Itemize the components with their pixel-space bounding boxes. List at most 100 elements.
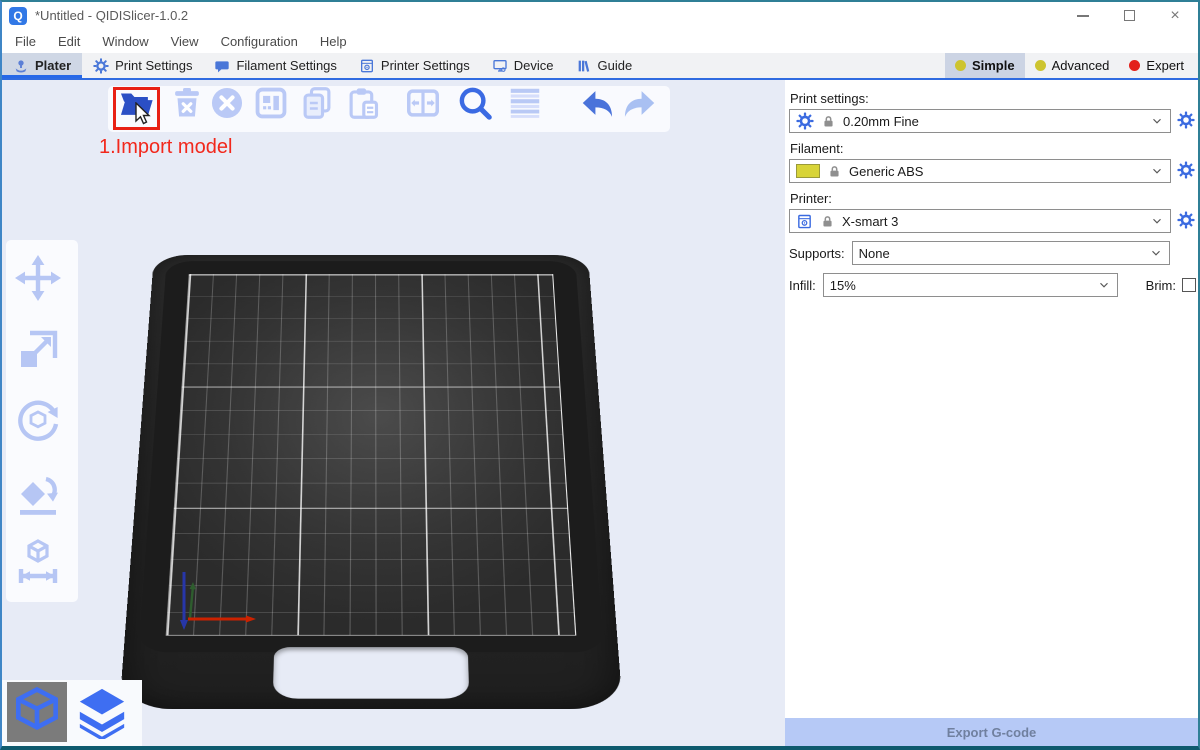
brim-checkbox[interactable] (1182, 278, 1196, 292)
scale-tool-button[interactable] (14, 326, 62, 374)
plater-icon (13, 58, 29, 74)
tab-filament-settings[interactable]: Filament Settings (203, 53, 347, 78)
rotate-icon (14, 396, 62, 444)
print-bed (154, 255, 634, 725)
menu-configuration[interactable]: Configuration (210, 29, 309, 53)
titlebar: Q *Untitled - QIDISlicer-1.0.2 × (2, 2, 1198, 29)
gear-icon (93, 58, 109, 74)
tabbar: Plater Print Settings Filament Settings … (2, 53, 1198, 80)
move-tool-button[interactable] (14, 254, 62, 302)
minimize-button[interactable] (1060, 2, 1106, 29)
annotation-import-model: 1.Import model (99, 136, 232, 159)
variable-layer-height-button[interactable] (506, 84, 544, 122)
device-monitor-icon (492, 58, 508, 74)
infill-combo[interactable]: 15% (823, 273, 1118, 297)
settings-sidebar: Print settings: 0.20mm Fine Filament: Ge… (785, 80, 1198, 748)
layers-lines-icon (506, 84, 544, 122)
edit-print-settings-button[interactable] (1176, 111, 1196, 131)
copy-button[interactable] (298, 84, 336, 122)
menu-edit[interactable]: Edit (47, 29, 91, 53)
tab-print-settings[interactable]: Print Settings (82, 53, 203, 78)
maximize-icon (1124, 10, 1135, 21)
mode-expert[interactable]: Expert (1119, 53, 1194, 78)
simple-mode-dot-icon (955, 60, 966, 71)
maximize-button[interactable] (1106, 2, 1152, 29)
redo-icon (621, 84, 659, 122)
printer-icon (796, 213, 813, 230)
tab-device[interactable]: Device (481, 53, 565, 78)
edit-filament-button[interactable] (1176, 161, 1196, 181)
search-button[interactable] (456, 84, 494, 122)
arrange-button[interactable] (252, 84, 290, 122)
printer-combo[interactable]: X-smart 3 (789, 209, 1171, 233)
tab-plater[interactable]: Plater (2, 53, 82, 78)
undo-icon (578, 84, 616, 122)
minimize-icon (1077, 15, 1089, 17)
tab-printer-settings[interactable]: Printer Settings (348, 53, 481, 78)
paste-button[interactable] (344, 84, 382, 122)
rotate-tool-button[interactable] (14, 396, 62, 444)
mode-advanced[interactable]: Advanced (1025, 53, 1120, 78)
filament-value: Generic ABS (849, 164, 1143, 179)
menu-window[interactable]: Window (91, 29, 159, 53)
tab-label: Filament Settings (236, 58, 336, 73)
lock-icon (820, 214, 835, 229)
viewport-3d[interactable]: 1.Import model (2, 80, 785, 748)
gear-icon (796, 112, 814, 130)
filament-label: Filament: (790, 141, 1196, 156)
chevron-down-icon (1150, 114, 1164, 128)
filament-combo[interactable]: Generic ABS (789, 159, 1171, 183)
place-on-face-icon (14, 468, 62, 516)
window-title: *Untitled - QIDISlicer-1.0.2 (35, 8, 188, 23)
supports-combo[interactable]: None (852, 241, 1170, 265)
close-button[interactable]: × (1152, 2, 1198, 29)
close-icon: × (1170, 8, 1179, 24)
print-settings-combo[interactable]: 0.20mm Fine (789, 109, 1171, 133)
preview-sliced-view-button[interactable] (72, 682, 132, 742)
chevron-down-icon (1149, 246, 1163, 260)
scale-icon (14, 326, 62, 374)
mode-label: Advanced (1052, 58, 1110, 73)
3d-view-cube-icon (9, 683, 65, 739)
tab-label: Plater (35, 58, 71, 73)
guide-books-icon (576, 58, 592, 74)
edit-printer-button[interactable] (1176, 211, 1196, 231)
print-bed-body (119, 255, 623, 709)
print-settings-label: Print settings: (790, 91, 1196, 106)
tab-label: Print Settings (115, 58, 192, 73)
gear-icon (1177, 211, 1195, 229)
delete-all-icon (208, 84, 246, 122)
lock-icon (827, 164, 842, 179)
advanced-mode-dot-icon (1035, 60, 1046, 71)
split-to-objects-button[interactable] (404, 84, 442, 122)
delete-button[interactable] (168, 84, 206, 122)
printer-label: Printer: (790, 191, 1196, 206)
measure-tool-button[interactable] (14, 538, 62, 586)
mode-switcher: Simple Advanced Expert (945, 53, 1194, 78)
menu-view[interactable]: View (160, 29, 210, 53)
menu-file[interactable]: File (4, 29, 47, 53)
origin-axes-icon (152, 560, 272, 640)
menu-help[interactable]: Help (309, 29, 358, 53)
mode-simple[interactable]: Simple (945, 53, 1025, 78)
supports-value: None (859, 246, 1142, 261)
chevron-down-icon (1150, 214, 1164, 228)
3d-editor-view-button[interactable] (7, 682, 67, 742)
sliced-layers-icon (74, 683, 130, 739)
delete-all-button[interactable] (208, 84, 246, 122)
chevron-down-icon (1097, 278, 1111, 292)
mode-label: Expert (1146, 58, 1184, 73)
mode-label: Simple (972, 58, 1015, 73)
export-gcode-button[interactable]: Export G-code (785, 718, 1198, 747)
place-on-face-tool-button[interactable] (14, 468, 62, 516)
undo-button[interactable] (578, 84, 616, 122)
redo-button[interactable] (621, 84, 659, 122)
tab-label: Printer Settings (381, 58, 470, 73)
infill-value: 15% (830, 278, 1090, 293)
tab-guide[interactable]: Guide (565, 53, 644, 78)
printer-value: X-smart 3 (842, 214, 1143, 229)
copy-icon (298, 84, 336, 122)
app-window: Q *Untitled - QIDISlicer-1.0.2 × File Ed… (0, 0, 1200, 750)
measure-icon (14, 538, 62, 586)
infill-label: Infill: (789, 278, 816, 293)
